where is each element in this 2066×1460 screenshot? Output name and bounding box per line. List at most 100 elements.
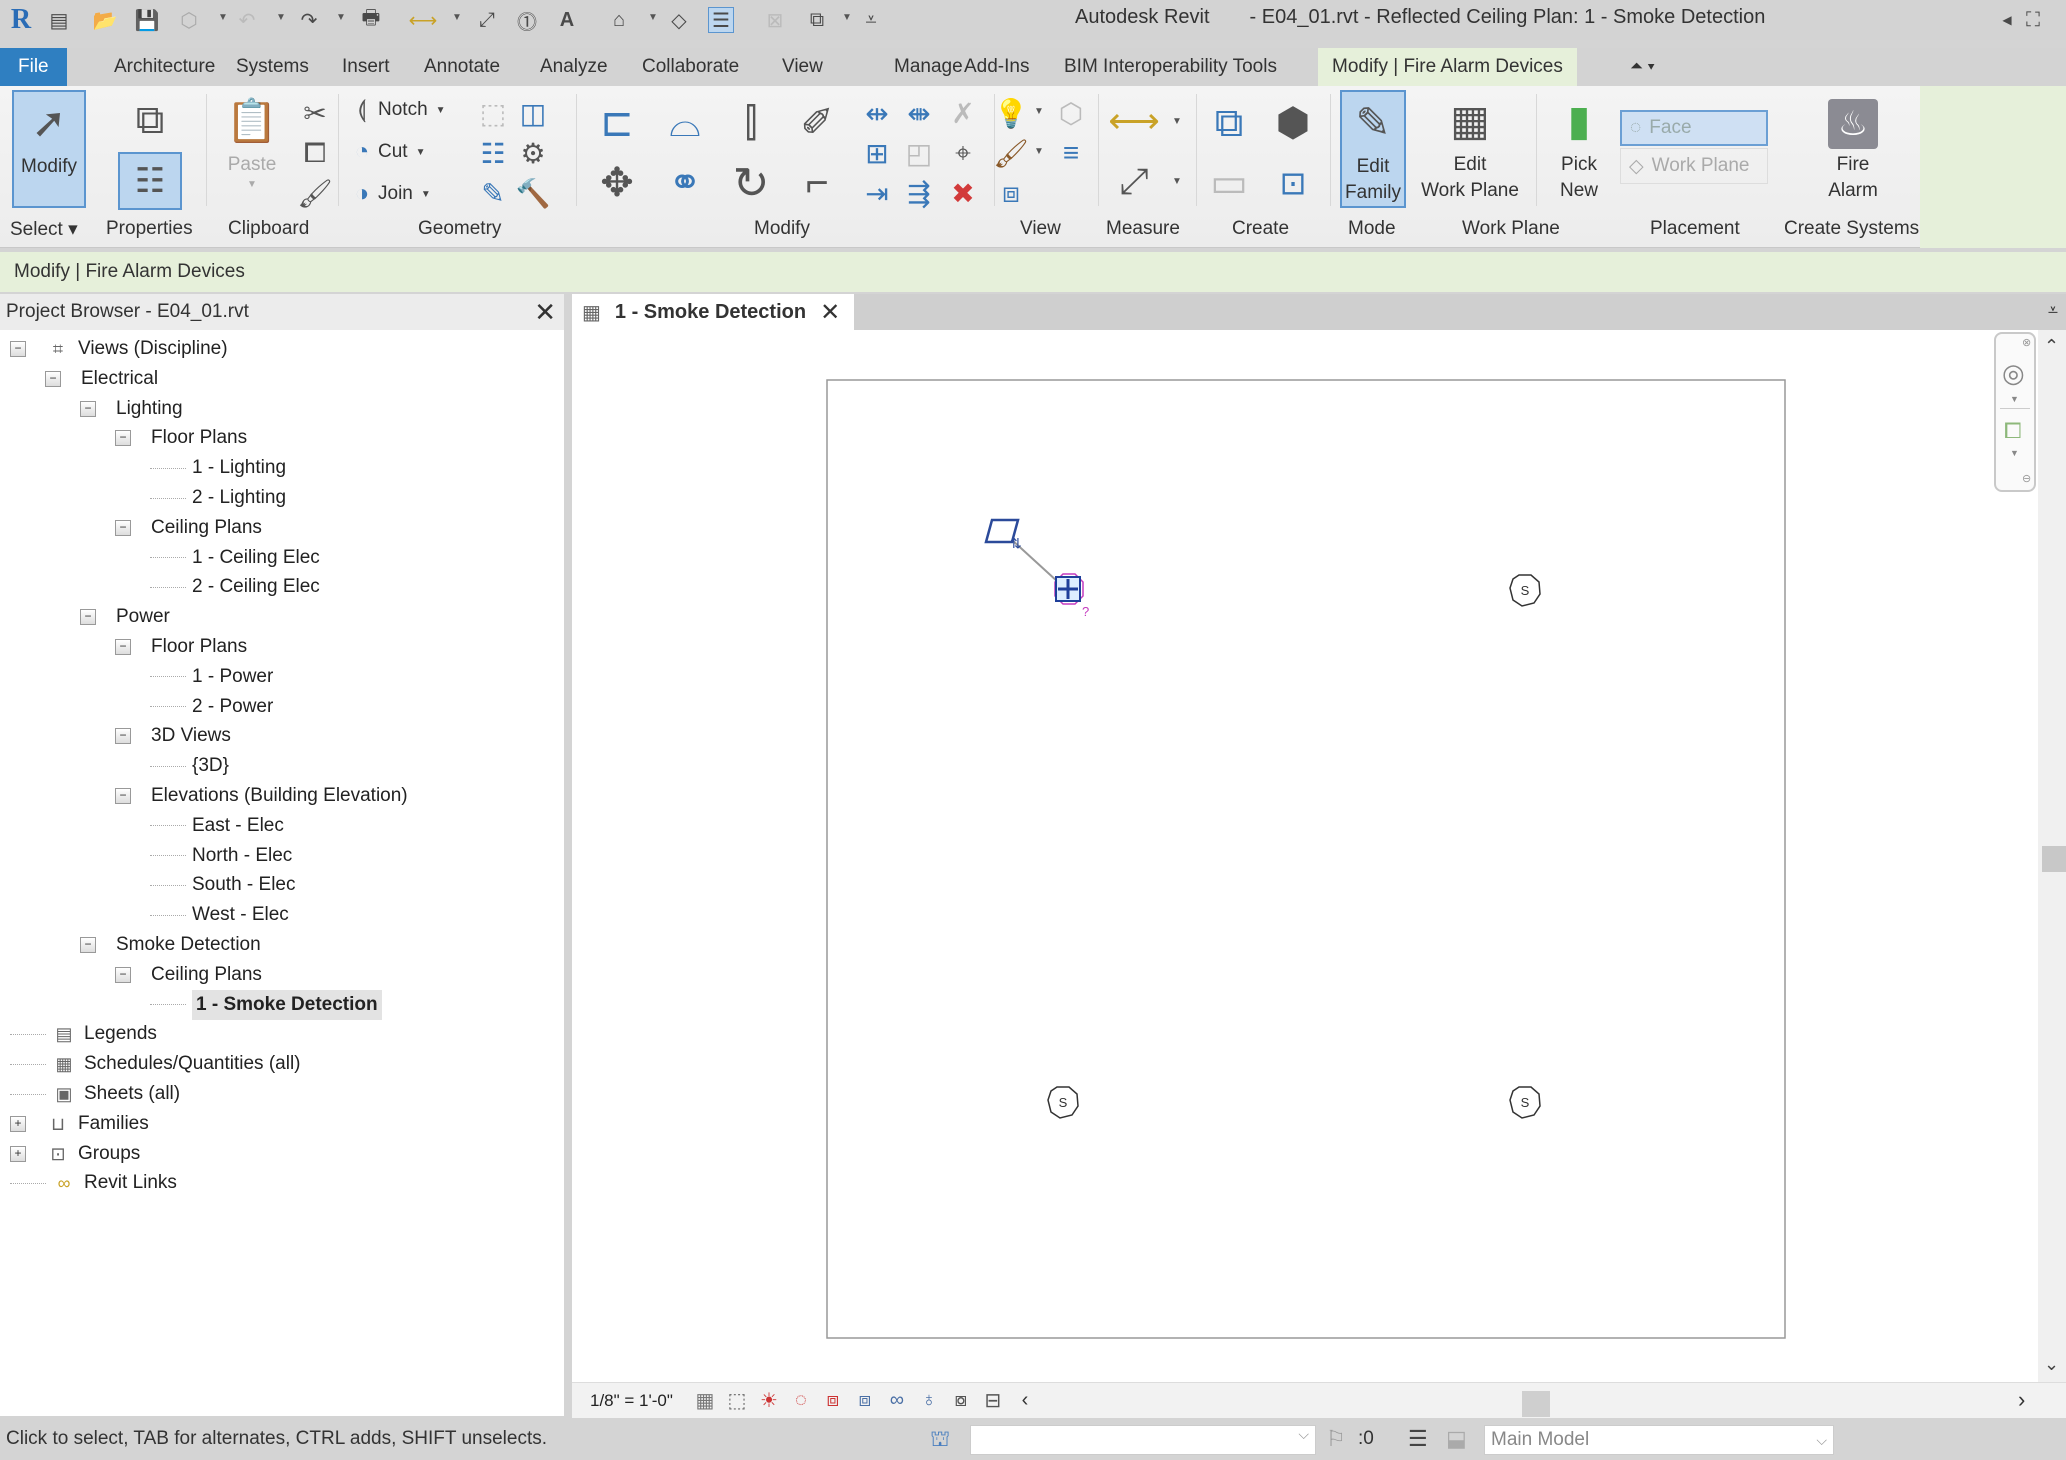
binoculars-icon[interactable]: ⛶ — [2020, 7, 2046, 33]
switch-windows-icon[interactable]: ⧉ — [804, 7, 830, 33]
array-icon[interactable]: ⊞ — [858, 134, 896, 172]
tree-item[interactable]: ▦ Schedules/Quantities (all) — [10, 1049, 301, 1079]
collapse-toggle-icon[interactable]: − — [115, 430, 131, 447]
match-type-properties-icon[interactable]: 🖌 — [296, 174, 334, 212]
lock-view-icon[interactable]: ⊟ — [977, 1388, 1009, 1413]
infocenter-collapse-icon[interactable]: ◀ — [1994, 7, 2020, 33]
visual-style-icon[interactable]: ⬚ — [721, 1388, 753, 1413]
tree-item[interactable]: + ⊔ Families — [10, 1109, 149, 1139]
tab-bim-interoperability-tools[interactable]: BIM Interoperability Tools — [1054, 48, 1287, 86]
create-parts-icon[interactable]: ⬢ — [1266, 96, 1320, 150]
aligned-dimension-icon[interactable]: ⤢ — [474, 7, 500, 33]
shadows-off-icon[interactable]: ◌ — [785, 1389, 817, 1412]
drawing-canvas[interactable]: ⇅ ? S S S — [572, 330, 2038, 1382]
temporary-hide-isolate-icon[interactable]: ∞ — [881, 1389, 913, 1412]
ribbon-minimize-icon[interactable]: ⏶ ▾ — [1620, 48, 1665, 86]
tree-item[interactable]: − 3D Views — [115, 721, 231, 751]
select-panel-dropdown[interactable]: Select ▾ — [10, 218, 78, 241]
copy-icon[interactable]: ⚭ — [658, 156, 712, 210]
measure-between-references-icon[interactable]: ⟷ — [1104, 96, 1164, 146]
expand-toggle-icon[interactable]: + — [10, 1115, 26, 1132]
tree-item[interactable]: − Smoke Detection — [80, 930, 261, 960]
linework-icon[interactable]: 🖌 — [992, 134, 1030, 172]
reveal-hidden-icon[interactable]: ♁ — [913, 1389, 945, 1412]
copy-to-clipboard-icon[interactable]: ⧠ — [296, 134, 334, 172]
mirror-draw-axis-icon[interactable]: ✐ — [790, 96, 844, 150]
paint-icon[interactable]: ✎ — [474, 174, 512, 212]
tree-item[interactable]: 2 - Ceiling Elec — [150, 572, 320, 602]
aligned-dimension-icon[interactable]: ⤢ — [1104, 156, 1164, 206]
fire-alarm-button[interactable]: ♨ Fire Alarm — [1812, 90, 1894, 208]
detail-level-icon[interactable]: ▦ — [689, 1388, 721, 1413]
tab-view[interactable]: View — [772, 48, 833, 86]
tree-item[interactable]: East - Elec — [150, 811, 284, 841]
demolish-icon[interactable]: ⚙ — [514, 134, 552, 172]
offset-icon[interactable]: ⌓ — [658, 96, 712, 150]
split-element-icon[interactable]: ⇹ — [858, 94, 896, 132]
recent-files-icon[interactable]: ▤ — [46, 7, 72, 33]
horizontal-scroll-thumb[interactable] — [1522, 1391, 1550, 1417]
thin-lines-icon[interactable]: ☰ — [708, 7, 734, 33]
zoom-dropdown-icon[interactable]: ▼ — [2010, 448, 2019, 458]
sync-icon[interactable]: ⬡ — [176, 7, 202, 33]
scroll-down-icon[interactable]: ⌄ — [2044, 1354, 2059, 1375]
undo-icon[interactable]: ↶ — [234, 7, 260, 33]
collapse-toggle-icon[interactable]: − — [80, 937, 96, 953]
place-on-work-plane-button[interactable]: ◇ Work Plane — [1620, 148, 1768, 184]
place-on-face-button[interactable]: ◌ Face — [1620, 110, 1768, 146]
tree-item[interactable]: − Elevations (Building Elevation) — [115, 781, 408, 811]
tree-item[interactable]: ▤ Legends — [10, 1019, 157, 1049]
tree-item[interactable]: − Floor Plans — [115, 632, 247, 662]
crop-view-icon[interactable]: ⧈ — [849, 1389, 881, 1412]
vertical-scroll-thumb[interactable] — [2042, 846, 2066, 872]
temporary-view-properties-icon[interactable]: ⧇ — [945, 1389, 977, 1412]
tree-item[interactable]: 2 - Lighting — [150, 483, 286, 513]
properties-icon[interactable]: ☷ — [118, 152, 182, 210]
tree-item[interactable]: 1 - Power — [150, 662, 273, 692]
create-group-icon[interactable]: ⊡ — [1266, 156, 1320, 210]
smoke-detector[interactable]: S — [1047, 1086, 1079, 1119]
sync-dropdown-icon[interactable]: ▼ — [218, 12, 228, 23]
tab-analyze[interactable]: Analyze — [530, 48, 618, 86]
collapse-toggle-icon[interactable]: − — [80, 400, 96, 417]
smoke-detector[interactable]: S — [1509, 1086, 1541, 1119]
revit-logo-icon[interactable]: R — [8, 4, 34, 35]
paste-button[interactable]: 📋 Paste ▼ — [222, 90, 282, 208]
scale-icon[interactable]: ◰ — [900, 134, 938, 172]
expand-toggle-icon[interactable]: + — [10, 1145, 26, 1162]
tree-item[interactable]: − Floor Plans — [115, 423, 247, 453]
collapse-toggle-icon[interactable]: − — [115, 788, 131, 804]
view-tab[interactable]: ▦ 1 - Smoke Detection ✕ — [572, 294, 854, 330]
collapse-toggle-icon[interactable]: − — [80, 609, 96, 626]
collapse-toggle-icon[interactable]: − — [115, 519, 131, 536]
switch-windows-dropdown-icon[interactable]: ▼ — [842, 12, 852, 23]
close-icon[interactable]: ✕ — [534, 294, 556, 330]
tree-item[interactable]: + ⊡ Groups — [10, 1139, 140, 1169]
design-options-icon[interactable]: ☰ — [1408, 1426, 1428, 1452]
workset-dropdown[interactable]: ⌵ — [970, 1425, 1316, 1455]
undo-dropdown-icon[interactable]: ▼ — [276, 12, 286, 23]
tab-annotate[interactable]: Annotate — [414, 48, 510, 86]
customize-qat-icon[interactable]: ⩡ — [858, 7, 884, 33]
split-with-gap-icon[interactable]: ⇼ — [900, 94, 938, 132]
wall-joins-icon[interactable]: ⬚ — [474, 94, 512, 132]
cut-geometry-button[interactable]: ◔ Cut ▼ — [346, 134, 426, 170]
tree-item[interactable]: − Power — [80, 602, 170, 632]
override-graphics-icon[interactable]: ⬡ — [1052, 94, 1090, 132]
3d-view-icon[interactable]: ⌂ — [606, 7, 632, 33]
tag-icon[interactable]: ⓵ — [514, 7, 540, 34]
3d-view-dropdown-icon[interactable]: ▼ — [648, 12, 658, 23]
tree-item[interactable]: North - Elec — [150, 841, 292, 871]
mirror-pick-axis-icon[interactable]: ⫿ — [724, 96, 778, 150]
hammer-icon[interactable]: 🔨 — [514, 174, 552, 212]
tab-insert[interactable]: Insert — [332, 48, 400, 86]
scroll-left-icon[interactable]: ‹ — [1009, 1389, 1041, 1412]
tree-item[interactable]: 1 - Smoke Detection — [150, 989, 382, 1020]
selection-box-icon[interactable]: ⧈ — [992, 174, 1030, 212]
tab-architecture[interactable]: Architecture — [104, 48, 225, 86]
device-tag[interactable]: ⇅ — [984, 518, 1022, 551]
modify-button[interactable]: ➚ Modify — [12, 90, 86, 208]
cut-to-clipboard-icon[interactable]: ✂ — [296, 94, 334, 132]
cope-icon[interactable]: ◫ — [514, 94, 552, 132]
tab-add-ins[interactable]: Add-Ins — [954, 48, 1039, 86]
